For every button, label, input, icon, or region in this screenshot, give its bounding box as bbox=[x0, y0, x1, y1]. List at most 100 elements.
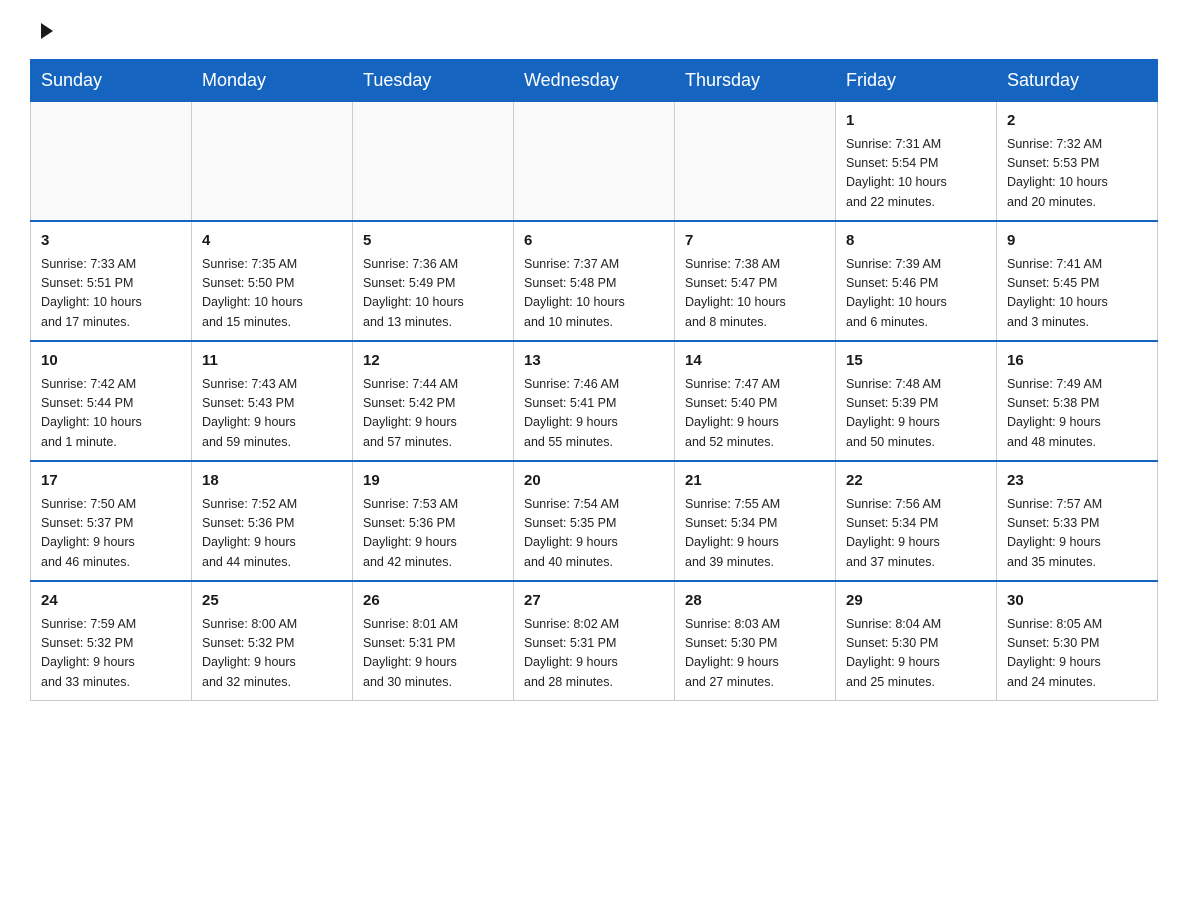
calendar-cell: 19Sunrise: 7:53 AM Sunset: 5:36 PM Dayli… bbox=[353, 461, 514, 581]
day-number: 17 bbox=[41, 470, 181, 493]
day-number: 12 bbox=[363, 350, 503, 373]
day-number: 1 bbox=[846, 110, 986, 133]
calendar-header-thursday: Thursday bbox=[675, 60, 836, 102]
calendar-cell: 23Sunrise: 7:57 AM Sunset: 5:33 PM Dayli… bbox=[997, 461, 1158, 581]
day-number: 5 bbox=[363, 230, 503, 253]
day-info: Sunrise: 7:46 AM Sunset: 5:41 PM Dayligh… bbox=[524, 375, 664, 453]
day-number: 27 bbox=[524, 590, 664, 613]
day-number: 24 bbox=[41, 590, 181, 613]
day-number: 19 bbox=[363, 470, 503, 493]
calendar-header-saturday: Saturday bbox=[997, 60, 1158, 102]
calendar-header-monday: Monday bbox=[192, 60, 353, 102]
day-number: 25 bbox=[202, 590, 342, 613]
day-info: Sunrise: 7:49 AM Sunset: 5:38 PM Dayligh… bbox=[1007, 375, 1147, 453]
day-number: 8 bbox=[846, 230, 986, 253]
calendar-cell: 15Sunrise: 7:48 AM Sunset: 5:39 PM Dayli… bbox=[836, 341, 997, 461]
calendar-cell: 14Sunrise: 7:47 AM Sunset: 5:40 PM Dayli… bbox=[675, 341, 836, 461]
day-info: Sunrise: 7:54 AM Sunset: 5:35 PM Dayligh… bbox=[524, 495, 664, 573]
day-info: Sunrise: 7:37 AM Sunset: 5:48 PM Dayligh… bbox=[524, 255, 664, 333]
calendar-cell: 13Sunrise: 7:46 AM Sunset: 5:41 PM Dayli… bbox=[514, 341, 675, 461]
calendar-cell: 21Sunrise: 7:55 AM Sunset: 5:34 PM Dayli… bbox=[675, 461, 836, 581]
day-number: 10 bbox=[41, 350, 181, 373]
day-number: 22 bbox=[846, 470, 986, 493]
day-info: Sunrise: 7:50 AM Sunset: 5:37 PM Dayligh… bbox=[41, 495, 181, 573]
calendar-cell: 26Sunrise: 8:01 AM Sunset: 5:31 PM Dayli… bbox=[353, 581, 514, 701]
day-number: 13 bbox=[524, 350, 664, 373]
calendar-cell: 10Sunrise: 7:42 AM Sunset: 5:44 PM Dayli… bbox=[31, 341, 192, 461]
calendar-cell: 4Sunrise: 7:35 AM Sunset: 5:50 PM Daylig… bbox=[192, 221, 353, 341]
day-info: Sunrise: 7:55 AM Sunset: 5:34 PM Dayligh… bbox=[685, 495, 825, 573]
day-number: 6 bbox=[524, 230, 664, 253]
calendar-cell bbox=[353, 102, 514, 222]
calendar-cell: 5Sunrise: 7:36 AM Sunset: 5:49 PM Daylig… bbox=[353, 221, 514, 341]
day-number: 16 bbox=[1007, 350, 1147, 373]
calendar-cell: 12Sunrise: 7:44 AM Sunset: 5:42 PM Dayli… bbox=[353, 341, 514, 461]
calendar-cell bbox=[514, 102, 675, 222]
calendar-cell: 28Sunrise: 8:03 AM Sunset: 5:30 PM Dayli… bbox=[675, 581, 836, 701]
day-info: Sunrise: 8:01 AM Sunset: 5:31 PM Dayligh… bbox=[363, 615, 503, 693]
day-number: 3 bbox=[41, 230, 181, 253]
calendar-cell: 18Sunrise: 7:52 AM Sunset: 5:36 PM Dayli… bbox=[192, 461, 353, 581]
calendar-cell bbox=[192, 102, 353, 222]
day-number: 20 bbox=[524, 470, 664, 493]
day-info: Sunrise: 7:39 AM Sunset: 5:46 PM Dayligh… bbox=[846, 255, 986, 333]
calendar-week-row: 1Sunrise: 7:31 AM Sunset: 5:54 PM Daylig… bbox=[31, 102, 1158, 222]
day-number: 26 bbox=[363, 590, 503, 613]
day-info: Sunrise: 7:48 AM Sunset: 5:39 PM Dayligh… bbox=[846, 375, 986, 453]
day-number: 9 bbox=[1007, 230, 1147, 253]
day-info: Sunrise: 7:57 AM Sunset: 5:33 PM Dayligh… bbox=[1007, 495, 1147, 573]
calendar-header-wednesday: Wednesday bbox=[514, 60, 675, 102]
day-number: 2 bbox=[1007, 110, 1147, 133]
day-number: 4 bbox=[202, 230, 342, 253]
day-info: Sunrise: 7:41 AM Sunset: 5:45 PM Dayligh… bbox=[1007, 255, 1147, 333]
day-info: Sunrise: 7:38 AM Sunset: 5:47 PM Dayligh… bbox=[685, 255, 825, 333]
day-number: 15 bbox=[846, 350, 986, 373]
calendar-cell: 2Sunrise: 7:32 AM Sunset: 5:53 PM Daylig… bbox=[997, 102, 1158, 222]
day-number: 28 bbox=[685, 590, 825, 613]
day-info: Sunrise: 7:32 AM Sunset: 5:53 PM Dayligh… bbox=[1007, 135, 1147, 213]
day-info: Sunrise: 8:05 AM Sunset: 5:30 PM Dayligh… bbox=[1007, 615, 1147, 693]
day-number: 18 bbox=[202, 470, 342, 493]
day-number: 21 bbox=[685, 470, 825, 493]
day-info: Sunrise: 7:47 AM Sunset: 5:40 PM Dayligh… bbox=[685, 375, 825, 453]
calendar-header-friday: Friday bbox=[836, 60, 997, 102]
day-number: 29 bbox=[846, 590, 986, 613]
day-info: Sunrise: 7:53 AM Sunset: 5:36 PM Dayligh… bbox=[363, 495, 503, 573]
calendar-cell: 1Sunrise: 7:31 AM Sunset: 5:54 PM Daylig… bbox=[836, 102, 997, 222]
calendar-cell: 7Sunrise: 7:38 AM Sunset: 5:47 PM Daylig… bbox=[675, 221, 836, 341]
calendar-cell: 3Sunrise: 7:33 AM Sunset: 5:51 PM Daylig… bbox=[31, 221, 192, 341]
calendar-cell: 11Sunrise: 7:43 AM Sunset: 5:43 PM Dayli… bbox=[192, 341, 353, 461]
calendar-cell: 25Sunrise: 8:00 AM Sunset: 5:32 PM Dayli… bbox=[192, 581, 353, 701]
logo-chevron-icon bbox=[33, 20, 55, 47]
calendar-cell bbox=[675, 102, 836, 222]
day-info: Sunrise: 7:42 AM Sunset: 5:44 PM Dayligh… bbox=[41, 375, 181, 453]
calendar-cell: 30Sunrise: 8:05 AM Sunset: 5:30 PM Dayli… bbox=[997, 581, 1158, 701]
page-header bbox=[30, 20, 1158, 41]
day-info: Sunrise: 8:04 AM Sunset: 5:30 PM Dayligh… bbox=[846, 615, 986, 693]
day-info: Sunrise: 8:00 AM Sunset: 5:32 PM Dayligh… bbox=[202, 615, 342, 693]
day-info: Sunrise: 7:43 AM Sunset: 5:43 PM Dayligh… bbox=[202, 375, 342, 453]
calendar-cell: 17Sunrise: 7:50 AM Sunset: 5:37 PM Dayli… bbox=[31, 461, 192, 581]
calendar-cell: 16Sunrise: 7:49 AM Sunset: 5:38 PM Dayli… bbox=[997, 341, 1158, 461]
day-info: Sunrise: 7:36 AM Sunset: 5:49 PM Dayligh… bbox=[363, 255, 503, 333]
day-info: Sunrise: 7:33 AM Sunset: 5:51 PM Dayligh… bbox=[41, 255, 181, 333]
calendar-cell: 24Sunrise: 7:59 AM Sunset: 5:32 PM Dayli… bbox=[31, 581, 192, 701]
calendar-header-sunday: Sunday bbox=[31, 60, 192, 102]
calendar-cell: 6Sunrise: 7:37 AM Sunset: 5:48 PM Daylig… bbox=[514, 221, 675, 341]
day-info: Sunrise: 7:31 AM Sunset: 5:54 PM Dayligh… bbox=[846, 135, 986, 213]
calendar-cell: 9Sunrise: 7:41 AM Sunset: 5:45 PM Daylig… bbox=[997, 221, 1158, 341]
day-info: Sunrise: 8:02 AM Sunset: 5:31 PM Dayligh… bbox=[524, 615, 664, 693]
day-number: 30 bbox=[1007, 590, 1147, 613]
calendar-header-row: SundayMondayTuesdayWednesdayThursdayFrid… bbox=[31, 60, 1158, 102]
calendar-week-row: 10Sunrise: 7:42 AM Sunset: 5:44 PM Dayli… bbox=[31, 341, 1158, 461]
day-info: Sunrise: 7:52 AM Sunset: 5:36 PM Dayligh… bbox=[202, 495, 342, 573]
day-number: 14 bbox=[685, 350, 825, 373]
day-number: 7 bbox=[685, 230, 825, 253]
calendar-header-tuesday: Tuesday bbox=[353, 60, 514, 102]
logo bbox=[30, 20, 62, 41]
calendar-cell: 20Sunrise: 7:54 AM Sunset: 5:35 PM Dayli… bbox=[514, 461, 675, 581]
calendar-table: SundayMondayTuesdayWednesdayThursdayFrid… bbox=[30, 59, 1158, 701]
day-info: Sunrise: 7:44 AM Sunset: 5:42 PM Dayligh… bbox=[363, 375, 503, 453]
calendar-cell: 29Sunrise: 8:04 AM Sunset: 5:30 PM Dayli… bbox=[836, 581, 997, 701]
calendar-cell: 27Sunrise: 8:02 AM Sunset: 5:31 PM Dayli… bbox=[514, 581, 675, 701]
